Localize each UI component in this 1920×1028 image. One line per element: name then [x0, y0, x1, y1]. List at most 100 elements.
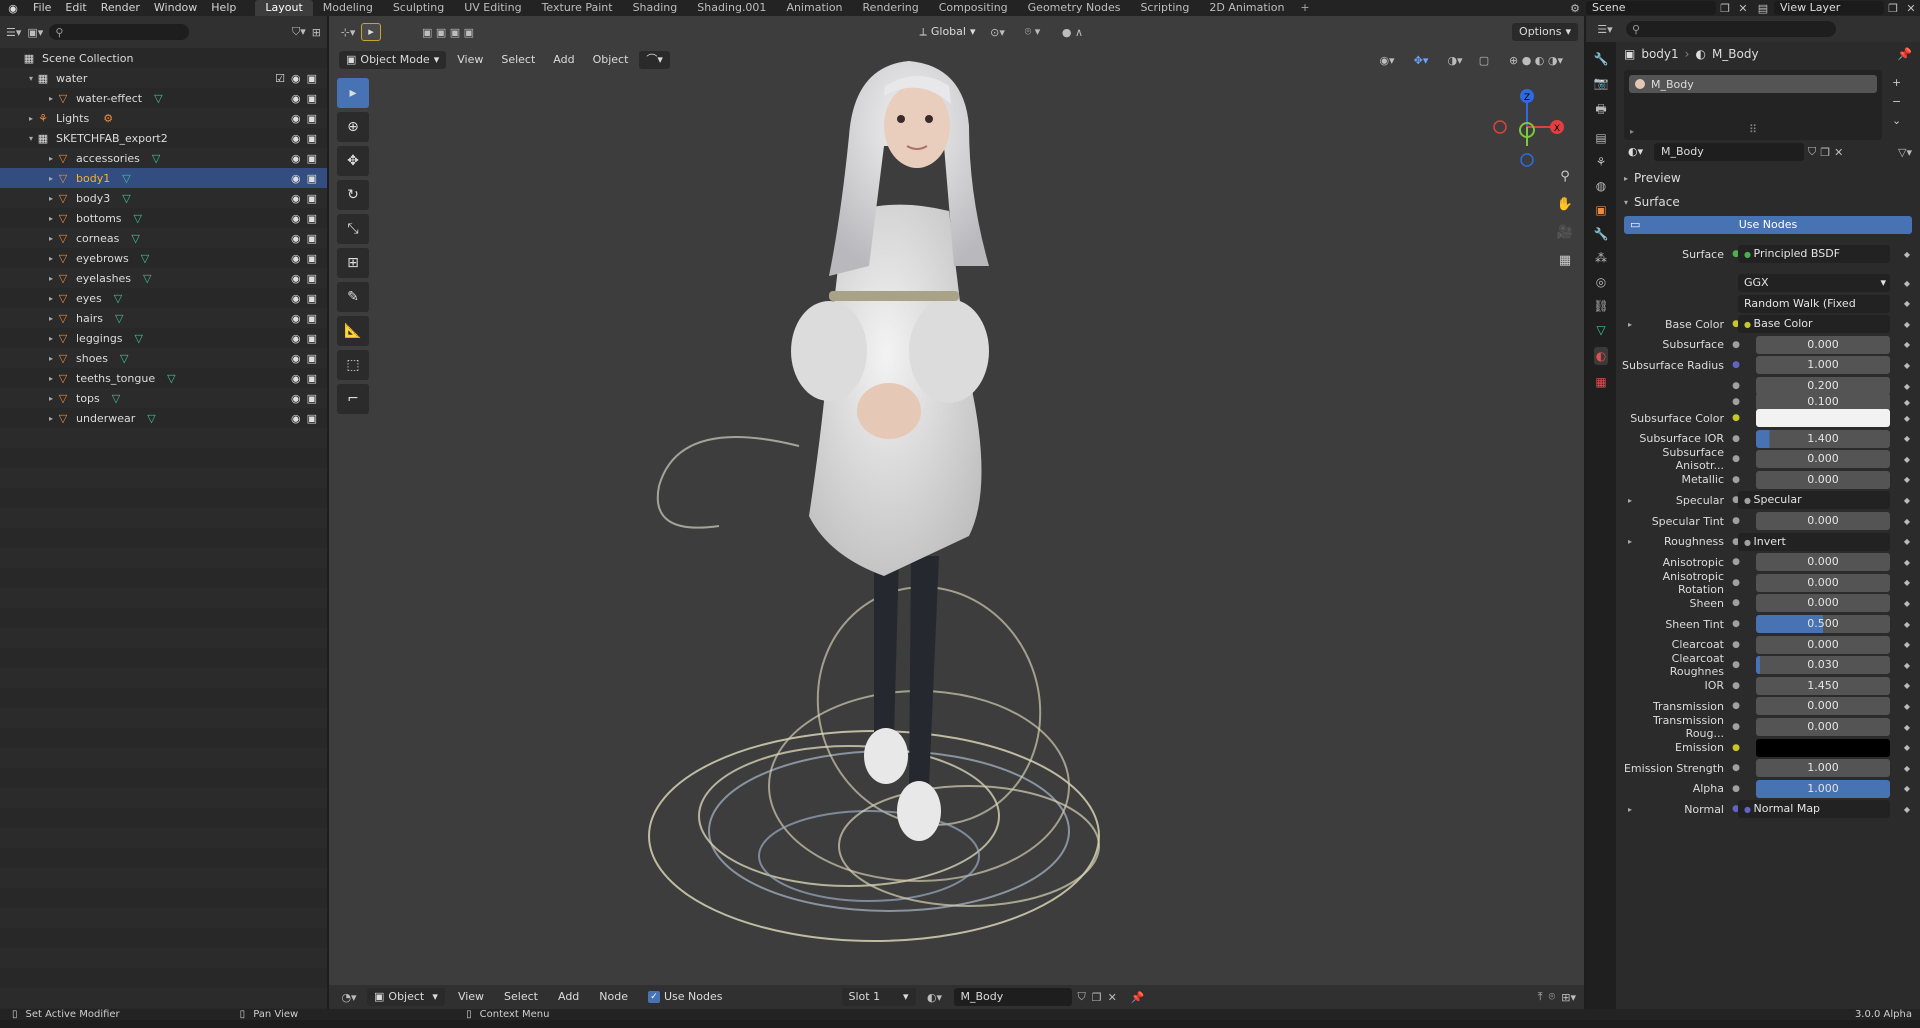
editor-type-icon[interactable]: ◔▾ [337, 991, 361, 1004]
mesh-data-icon[interactable]: ▽ [131, 232, 139, 245]
socket-icon[interactable]: ● [1728, 434, 1744, 444]
socket-icon[interactable]: ● [1728, 360, 1744, 370]
close-icon[interactable]: ✕ [1734, 2, 1752, 15]
tab-geometry-nodes[interactable]: Geometry Nodes [1018, 0, 1131, 16]
keyframe-icon[interactable]: ◆ [1904, 299, 1910, 308]
constraints-tab-icon[interactable]: ⛓ [1593, 299, 1608, 313]
tab-uv-editing[interactable]: UV Editing [454, 0, 531, 16]
camera-render-icon[interactable]: ▣ [307, 92, 317, 105]
node-add-menu[interactable]: Add [551, 988, 586, 1006]
grip-icon[interactable]: ⠿ [1749, 123, 1757, 136]
zoom-icon[interactable]: ⚲ [1554, 166, 1576, 188]
scene-tab-icon[interactable]: ⚘ [1596, 155, 1607, 169]
outliner-item-water-effect[interactable]: ▸ ▽ water-effect ▽ ◉ ▣ [0, 88, 327, 108]
outliner-item-accessories[interactable]: ▸ ▽ accessories ▽ ◉ ▣ [0, 148, 327, 168]
camera-render-icon[interactable]: ▣ [307, 272, 317, 285]
eye-icon[interactable]: ◉ [291, 292, 301, 305]
eye-icon[interactable]: ◉ [291, 92, 301, 105]
number-field[interactable]: 0.000 [1756, 594, 1890, 613]
outliner-root[interactable]: ▦ Scene Collection [0, 48, 327, 68]
mesh-data-icon[interactable]: ▽ [152, 152, 160, 165]
collapse-icon[interactable]: ▸ [46, 294, 56, 303]
render-tab-icon[interactable]: 📷 [1594, 76, 1609, 90]
snap-mode-icon[interactable]: ⊞▾ [1561, 991, 1576, 1004]
outliner-item-body3[interactable]: ▸ ▽ body3 ▽ ◉ ▣ [0, 188, 327, 208]
collapse-icon[interactable]: ▸ [46, 94, 56, 103]
socket-icon[interactable]: ● [1728, 619, 1744, 629]
eye-icon[interactable]: ◉ [291, 152, 301, 165]
select-box-tool[interactable]: ▸ [337, 78, 369, 108]
camera-render-icon[interactable]: ▣ [307, 72, 317, 85]
material-browse-icon[interactable]: ◐▾ [922, 991, 948, 1004]
add-cube-tool[interactable]: ⬚ [337, 350, 369, 380]
select-mode-icons[interactable]: ▣ ▣ ▣ ▣ [403, 26, 493, 39]
collapse-icon[interactable]: ▸ [46, 334, 56, 343]
add-menu[interactable]: Add [546, 51, 581, 69]
gizmo-icon[interactable]: ✥▾ [1406, 54, 1436, 67]
socket-icon[interactable]: ● [1728, 397, 1744, 407]
transform-tool[interactable]: ⊞ [337, 248, 369, 278]
eye-icon[interactable]: ◉ [291, 412, 301, 425]
eye-icon[interactable]: ◉ [291, 352, 301, 365]
outliner-item-water[interactable]: ▾ ▦ water ☑ ◉ ▣ [0, 68, 327, 88]
keyframe-icon[interactable]: ◆ [1904, 434, 1910, 443]
world-tab-icon[interactable]: ◍ [1596, 179, 1606, 193]
node-view-menu[interactable]: View [451, 988, 491, 1006]
slot-dropdown[interactable]: Slot 1 ▾ [841, 988, 916, 1006]
tab-shading-001[interactable]: Shading.001 [687, 0, 776, 16]
number-field[interactable]: 1.400 [1756, 429, 1890, 448]
menu-window[interactable]: Window [147, 0, 204, 16]
keyframe-icon[interactable]: ◆ [1904, 475, 1910, 484]
outliner-item-underwear[interactable]: ▸ ▽ underwear ▽ ◉ ▣ [0, 408, 327, 428]
camera-render-icon[interactable]: ▣ [307, 252, 317, 265]
expand-icon[interactable]: ▸ [1628, 496, 1632, 505]
camera-render-icon[interactable]: ▣ [307, 112, 317, 125]
modifier-tab-icon[interactable]: 🔧 [1594, 227, 1609, 241]
pivot-icon[interactable]: ⊙▾ [983, 26, 1013, 39]
number-field[interactable]: 1.000 [1756, 356, 1890, 375]
outliner-item-hairs[interactable]: ▸ ▽ hairs ▽ ◉ ▣ [0, 308, 327, 328]
expand-icon[interactable]: ▸ [1628, 320, 1632, 329]
outliner-item-corneas[interactable]: ▸ ▽ corneas ▽ ◉ ▣ [0, 228, 327, 248]
outliner-item-lights[interactable]: ▸ ⚘ Lights ⚙ ◉ ▣ [0, 108, 327, 128]
object-type-dropdown[interactable]: ▣ Object ▾ [367, 988, 445, 1006]
tab-rendering[interactable]: Rendering [853, 0, 929, 16]
collapse-icon[interactable]: ▸ [46, 374, 56, 383]
linked-node-field[interactable]: ● Invert [1738, 532, 1890, 551]
mesh-data-icon[interactable]: ▽ [122, 192, 130, 205]
collapse-icon[interactable]: ▸ [46, 314, 56, 323]
breadcrumb-object[interactable]: body1 [1641, 47, 1678, 61]
eye-icon[interactable]: ◉ [291, 172, 301, 185]
eye-icon[interactable]: ◉ [291, 392, 301, 405]
collapse-icon[interactable]: ▸ [46, 254, 56, 263]
outliner-search-input[interactable]: ⚲ [49, 24, 190, 40]
collapse-icon[interactable]: ▸ [46, 174, 56, 183]
eye-icon[interactable]: ◉ [291, 372, 301, 385]
keyframe-icon[interactable]: ◆ [1904, 398, 1910, 407]
collapse-icon[interactable]: ▸ [46, 154, 56, 163]
keyframe-icon[interactable]: ◆ [1904, 640, 1910, 649]
outliner-item-teeths-tongue[interactable]: ▸ ▽ teeths_tongue ▽ ◉ ▣ [0, 368, 327, 388]
tab-scripting[interactable]: Scripting [1130, 0, 1199, 16]
socket-icon[interactable]: ● [1728, 660, 1744, 670]
keyframe-icon[interactable]: ◆ [1904, 558, 1910, 567]
socket-icon[interactable]: ● [1728, 722, 1744, 732]
collapse-icon[interactable]: ▸ [46, 274, 56, 283]
number-field[interactable]: 0.000 [1756, 470, 1890, 489]
copy-icon[interactable]: ❐ [1716, 2, 1734, 15]
use-nodes-button[interactable]: ▭ Use Nodes [1624, 216, 1912, 234]
unlink-icon[interactable]: ✕ [1834, 146, 1843, 159]
keyframe-icon[interactable]: ◆ [1904, 250, 1910, 259]
camera-render-icon[interactable]: ▣ [307, 212, 317, 225]
slot-menu-icon[interactable]: ⌄ [1892, 114, 1901, 127]
keyframe-icon[interactable]: ◆ [1904, 578, 1910, 587]
transform-orientation-dropdown[interactable]: ⟂ Global ▾ [913, 23, 983, 41]
number-field[interactable]: 1.450 [1756, 676, 1890, 695]
outliner-item-eyes[interactable]: ▸ ▽ eyes ▽ ◉ ▣ [0, 288, 327, 308]
expand-icon[interactable]: ▾ [26, 74, 36, 83]
tab-animation[interactable]: Animation [776, 0, 852, 16]
node-select-menu[interactable]: Select [497, 988, 545, 1006]
keyframe-icon[interactable]: ◆ [1904, 620, 1910, 629]
editor-type-icon[interactable]: ☰▾ [6, 26, 21, 39]
eye-icon[interactable]: ◉ [291, 252, 301, 265]
